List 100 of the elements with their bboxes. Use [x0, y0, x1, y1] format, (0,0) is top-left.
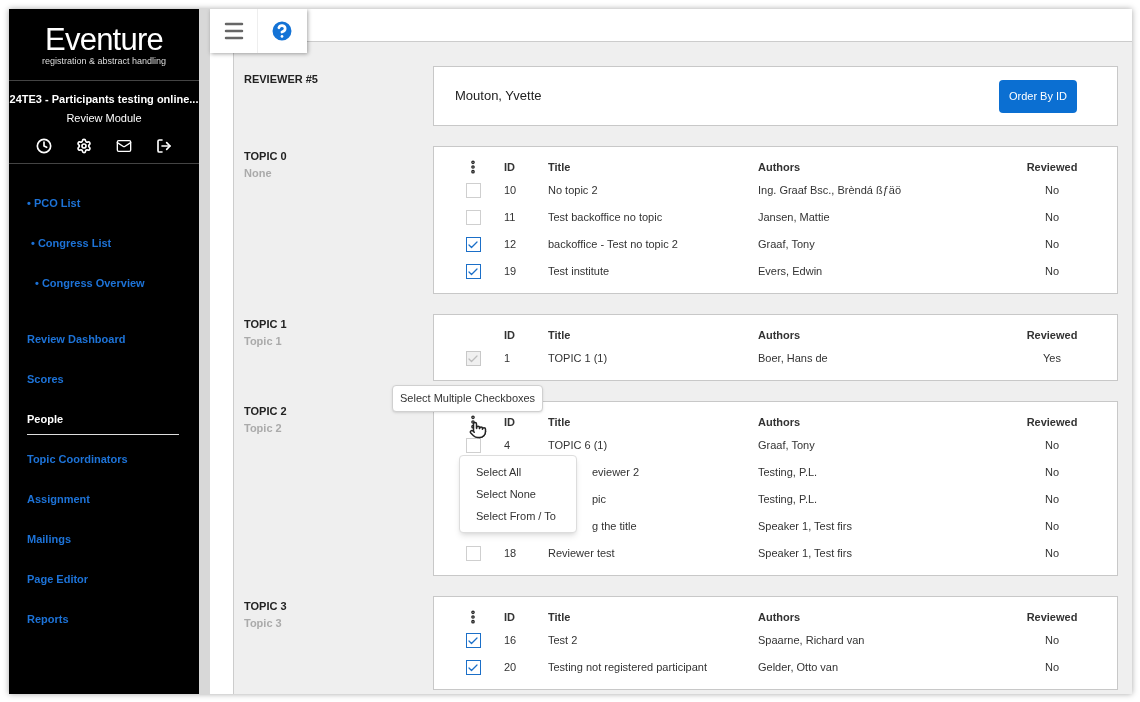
- table-cell-text: No: [1044, 519, 1060, 535]
- menu-item[interactable]: Select From / To: [460, 505, 576, 527]
- checkbox[interactable]: [465, 237, 481, 252]
- table-cell-text: 11: [504, 210, 516, 226]
- table-cell-text: Test 2: [548, 633, 578, 649]
- table-cell-text: No: [1044, 438, 1060, 454]
- menu-item[interactable]: Select All: [460, 461, 576, 483]
- column-header: Reviewed: [1026, 414, 1078, 430]
- menu-item[interactable]: Select None: [460, 483, 576, 505]
- column-header: Reviewed: [1026, 159, 1078, 175]
- table-cell-text: Ing. Graaf Bsc., Brèndá ßƒäö: [758, 183, 902, 199]
- order-by-id-button[interactable]: Order By ID: [998, 79, 1077, 113]
- hand-cursor-icon: [469, 421, 487, 439]
- column-header: Authors: [758, 609, 801, 625]
- table-cell-text: backoffice - Test no topic 2: [548, 237, 678, 253]
- topic-label: TOPIC 0: [244, 149, 288, 164]
- column-header: Authors: [758, 327, 801, 343]
- table-cell-text: pic: [592, 492, 607, 508]
- table-cell-text: Reviewer test: [548, 546, 615, 562]
- column-header: ID: [504, 327, 515, 343]
- table-cell-text: Yes: [1043, 351, 1061, 367]
- reviewer-name: Mouton, Yvette: [455, 87, 542, 106]
- topic-label: TOPIC 1: [244, 317, 288, 332]
- table-cell-text: Testing, P.L.: [758, 492, 818, 508]
- reviewer-label: REVIEWER #5: [244, 73, 318, 85]
- table-cell-text: No: [1044, 660, 1060, 676]
- column-header: Authors: [758, 414, 801, 430]
- table-cell-text: TOPIC 6 (1): [548, 438, 608, 454]
- mail-icon[interactable]: [116, 138, 132, 154]
- table-cell-text: 20: [504, 660, 517, 676]
- table-cell-text: eviewer 2: [592, 465, 640, 481]
- logout-icon[interactable]: [156, 138, 172, 154]
- table-cell-text: Evers, Edwin: [758, 264, 823, 280]
- table-cell-text: No: [1044, 465, 1060, 481]
- table-cell-text: Boer, Hans de: [758, 351, 828, 367]
- column-header: ID: [504, 159, 515, 175]
- checkbox[interactable]: [465, 633, 481, 648]
- menu-link[interactable]: People: [27, 411, 179, 435]
- table-cell-text: Spaarne, Richard van: [758, 633, 865, 649]
- column-header: Title: [548, 609, 571, 625]
- tooltip: Select Multiple Checkboxes: [392, 385, 544, 412]
- topic-name: Topic 1: [244, 333, 283, 349]
- menu-link[interactable]: Mailings: [27, 531, 71, 548]
- table-cell-text: g the title: [592, 519, 637, 535]
- topic-name: Topic 2: [244, 420, 283, 436]
- column-header: ID: [504, 414, 515, 430]
- logo[interactable]: Eventure: [45, 23, 163, 56]
- column-header: Authors: [758, 159, 801, 175]
- table-cell-text: Testing, P.L.: [758, 465, 818, 481]
- clock-icon[interactable]: [36, 138, 52, 154]
- settings-icon[interactable]: [76, 138, 92, 154]
- nav-link[interactable]: • Congress List: [31, 237, 112, 249]
- table-cell-text: No: [1044, 264, 1060, 280]
- column-header: Reviewed: [1026, 609, 1078, 625]
- table-cell-text: Jansen, Mattie: [758, 210, 830, 226]
- table-cell-text: TOPIC 1 (1): [548, 351, 608, 367]
- table-cell-text: No: [1044, 210, 1060, 226]
- logo-tagline: registration & abstract handling: [41, 55, 167, 66]
- table-cell-text: 19: [504, 264, 517, 280]
- table-cell-text: 18: [504, 546, 517, 562]
- menu-link[interactable]: Page Editor: [27, 571, 89, 588]
- menu-link[interactable]: Topic Coordinators: [27, 451, 128, 468]
- table-cell-text: Testing not registered participant: [548, 660, 707, 676]
- table-cell-text: Speaker 1, Test firs: [758, 519, 852, 535]
- menu-link[interactable]: Reports: [27, 611, 69, 628]
- table-cell-text: No topic 2: [548, 183, 598, 199]
- table-cell-text: Test backoffice no topic: [548, 210, 663, 226]
- table-cell-text: 10: [504, 183, 517, 199]
- column-header: Title: [548, 327, 571, 343]
- table-cell-text: 16: [504, 633, 517, 649]
- table-cell-text: 12: [504, 237, 517, 253]
- table-cell-text: Graaf, Tony: [758, 438, 815, 454]
- table-cell-text: Speaker 1, Test firs: [758, 546, 852, 562]
- table-cell-text: No: [1044, 237, 1060, 253]
- table-cell-text: No: [1044, 492, 1060, 508]
- table-cell-text: Gelder, Otto van: [758, 660, 839, 676]
- table-cell-text: 4: [504, 438, 511, 454]
- table-cell-text: No: [1044, 633, 1060, 649]
- column-header: ID: [504, 609, 515, 625]
- table-cell-text: No: [1044, 546, 1060, 562]
- nav-link[interactable]: • Congress Overview: [35, 277, 145, 289]
- column-header: Title: [548, 414, 571, 430]
- table-cell-text: No: [1044, 183, 1060, 199]
- nav-link[interactable]: • PCO List: [27, 197, 81, 209]
- event-name: 24TE3 - Participants testing online...: [9, 92, 199, 107]
- table-cell-text: 1: [504, 351, 511, 367]
- module-name: Review Module: [66, 110, 142, 126]
- topic-label: TOPIC 2: [244, 404, 288, 419]
- menu-link[interactable]: Review Dashboard: [27, 331, 126, 348]
- table-cell-text: Test institute: [548, 264, 610, 280]
- help-icon: [269, 18, 295, 44]
- topic-name: None: [244, 165, 273, 181]
- table-cell-text: Graaf, Tony: [758, 237, 815, 253]
- column-header: Reviewed: [1026, 327, 1078, 343]
- checkbox[interactable]: [465, 660, 481, 675]
- menu-link[interactable]: Assignment: [27, 491, 90, 508]
- topic-label: TOPIC 3: [244, 599, 288, 614]
- column-header: Title: [548, 159, 571, 175]
- menu-link[interactable]: Scores: [27, 371, 64, 388]
- checkbox[interactable]: [465, 264, 481, 279]
